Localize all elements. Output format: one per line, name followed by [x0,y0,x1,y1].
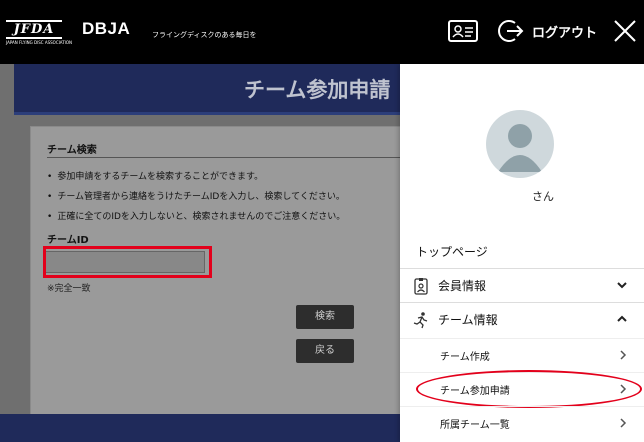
chevron-right-icon [620,418,627,428]
chevron-down-icon [617,282,627,289]
instruction-list: 参加申請をするチームを検索することができます。 チーム管理者から連絡をうけたチー… [47,167,345,227]
menu-item-label: チーム情報 [438,313,498,327]
page-title: チーム参加申請 [244,78,391,102]
logout-button[interactable]: ログアウト [498,18,597,44]
site-tagline: フライングディスクのある毎日を [152,31,257,39]
submenu-item-create-team[interactable]: チーム作成 [400,338,644,372]
menu-item-label: トップページ [416,244,488,259]
card-title: チーム検索 [47,145,97,156]
footer-band [0,414,400,442]
submenu-item-my-teams[interactable]: 所属チーム一覧 [400,406,644,440]
team-id-input[interactable] [45,251,205,273]
list-item: チーム管理者から連絡をうけたチームIDを入力し、検索してください。 [47,187,345,207]
team-join-page: チーム参加申請 チーム検索 参加申請をするチームを検索することができます。 チー… [0,64,402,442]
chevron-right-icon [620,384,627,394]
submenu-item-label: チーム作成 [440,352,490,363]
chevron-right-icon [620,350,627,360]
id-badge-icon [414,277,428,295]
logout-icon [498,20,524,42]
team-search-card: チーム検索 参加申請をするチームを検索することができます。 チーム管理者から連絡… [30,126,402,418]
submenu-item-label: チーム参加申請 [440,386,510,397]
exact-match-hint: ※完全一致 [47,284,91,294]
list-item: 正確に全てのIDを入力しないと、検索されませんのでご注意ください。 [47,207,345,227]
submenu-item-label: 所属チーム一覧 [440,420,510,431]
avatar [486,110,554,178]
user-avatar-icon [498,124,542,172]
search-button[interactable]: 検索 [296,305,354,329]
top-header: JFDA JAPAN FLYING DISC ASSOCIATION DBJA … [0,0,644,64]
chevron-up-icon [617,315,627,322]
running-person-icon [413,311,428,328]
side-menu-drawer: さん トップページ 会員情報 チーム情報 チーム作成 チーム参加申請 所属チーム… [400,64,644,442]
menu-item-member-info[interactable]: 会員情報 [400,268,644,302]
submenu-item-join-request[interactable]: チーム参加申請 [400,372,644,406]
menu-item-top-page[interactable]: トップページ [400,234,644,268]
jfda-logo-subtitle: JAPAN FLYING DISC ASSOCIATION [6,40,72,45]
list-item: 参加申請をするチームを検索することができます。 [47,167,345,187]
page-banner: チーム参加申請 [14,64,400,115]
menu-item-team-info[interactable]: チーム情報 [400,302,644,336]
back-button[interactable]: 戻る [296,339,354,363]
menu-item-label: 会員情報 [438,279,487,293]
card-divider [47,157,401,158]
close-icon[interactable] [612,18,638,44]
jfda-logo[interactable]: JFDA JAPAN FLYING DISC ASSOCIATION [6,20,76,45]
jfda-logo-mark: JFDA [6,20,62,39]
id-card-icon[interactable] [448,20,478,42]
user-name: さん [532,190,554,203]
dbja-logo[interactable]: DBJA [82,19,130,39]
logout-label: ログアウト [532,25,598,41]
team-id-label: チームID [47,235,89,246]
